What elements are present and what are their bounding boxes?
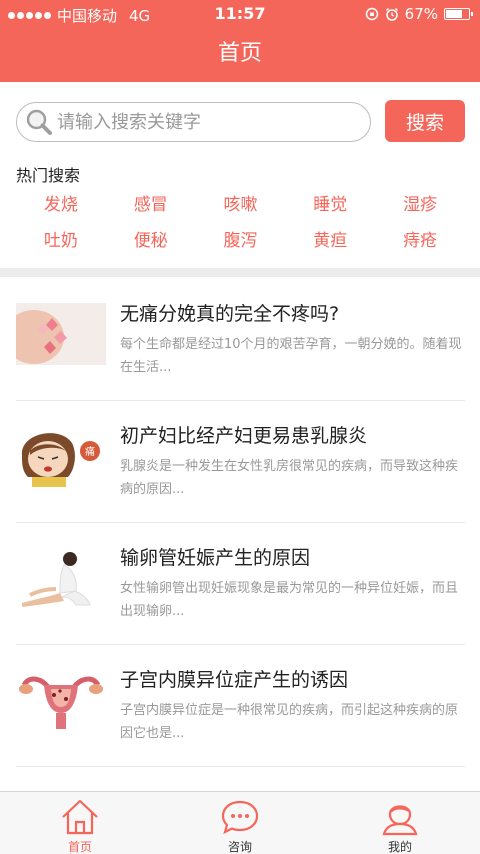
hot-search-item[interactable]: 腹泻 <box>196 230 286 253</box>
search-button[interactable]: 搜索 <box>385 100 465 142</box>
hot-search-item[interactable]: 黄疸 <box>285 230 375 253</box>
tab-mine[interactable]: 我的 <box>320 792 480 854</box>
hot-search-item[interactable]: 感冒 <box>106 194 196 217</box>
article-item[interactable]: 子宫内膜异位症产生的诱因 子宫内膜异位症是一种很常见的疾病，而引起这种疾病的原因… <box>16 645 465 767</box>
search-box[interactable] <box>16 102 371 142</box>
hot-search-item[interactable]: 发烧 <box>16 194 106 217</box>
article-summary: 子宫内膜异位症是一种很常见的疾病，而引起这种疾病的原因它也是... <box>120 703 459 741</box>
pregnant-belly-image <box>16 303 106 365</box>
hot-search-grid: 发烧 感冒 咳嗽 睡觉 湿疹 吐奶 便秘 腹泻 黄疸 痔疮 <box>16 194 465 253</box>
status-bar: 中国移动 4G 11:57 67% <box>0 0 480 28</box>
tab-label: 我的 <box>387 840 412 854</box>
section-divider <box>0 268 480 277</box>
article-summary: 乳腺炎是一种发生在女性乳房很常见的疾病，而导致这种疾病的原因... <box>120 459 459 497</box>
page-title: 首页 <box>0 28 480 82</box>
battery-percent: 67% <box>404 5 438 23</box>
pain-badge-label: 痛 <box>85 445 95 458</box>
article-item[interactable]: 无痛分娩真的完全不疼吗? 每个生命都是经过10个月的艰苦孕育，一朝分娩的。随着现… <box>16 279 465 401</box>
article-summary: 女性输卵管出现妊娠现象是最为常见的一种异位妊娠，而且出现输卵... <box>120 581 459 619</box>
hot-search-item[interactable]: 睡觉 <box>285 194 375 217</box>
article-item[interactable]: 输卵管妊娠产生的原因 女性输卵管出现妊娠现象是最为常见的一种异位妊娠，而且出现输… <box>16 523 465 645</box>
article-summary: 每个生命都是经过10个月的艰苦孕育，一朝分娩的。随着现在生活... <box>120 337 462 375</box>
tab-home[interactable]: 首页 <box>0 792 160 854</box>
user-icon <box>382 805 418 836</box>
home-icon <box>62 799 98 835</box>
status-right: 67% <box>365 5 473 23</box>
battery-fill <box>446 10 463 18</box>
battery-icon <box>444 8 473 20</box>
tab-consult[interactable]: 咨询 <box>160 792 320 854</box>
article-title: 初产妇比经产妇更易患乳腺炎 <box>120 425 368 447</box>
search-row: 搜索 <box>16 100 465 142</box>
article-title: 无痛分娩真的完全不疼吗? <box>120 303 340 325</box>
uterus-anatomy-image <box>16 669 106 731</box>
hot-search-item[interactable]: 痔疮 <box>375 230 465 253</box>
article-title: 输卵管妊娠产生的原因 <box>120 547 311 569</box>
bottom-tab-bar: 首页 咨询 我的 <box>0 791 480 854</box>
search-input[interactable] <box>57 107 357 137</box>
woman-sitting-image <box>16 547 106 609</box>
chat-icon <box>221 800 259 835</box>
cartoon-woman-in-pain-image: 痛 <box>16 425 106 487</box>
search-icon <box>26 109 52 135</box>
hot-search-item[interactable]: 咳嗽 <box>196 194 286 217</box>
hot-search-item[interactable]: 吐奶 <box>16 230 106 253</box>
tab-label: 咨询 <box>227 840 252 854</box>
article-item[interactable]: 痛 初产妇比经产妇更易患乳腺炎 乳腺炎是一种发生在女性乳房很常见的疾病，而导致这… <box>16 401 465 523</box>
hot-search-item[interactable]: 便秘 <box>106 230 196 253</box>
article-title: 子宫内膜异位症产生的诱因 <box>120 669 349 691</box>
tab-label: 首页 <box>67 840 92 854</box>
hot-search-title: 热门搜索 <box>16 166 81 185</box>
hot-search-item[interactable]: 湿疹 <box>375 194 465 217</box>
alarm-icon <box>385 7 398 21</box>
rotation-lock-icon <box>365 7 378 21</box>
